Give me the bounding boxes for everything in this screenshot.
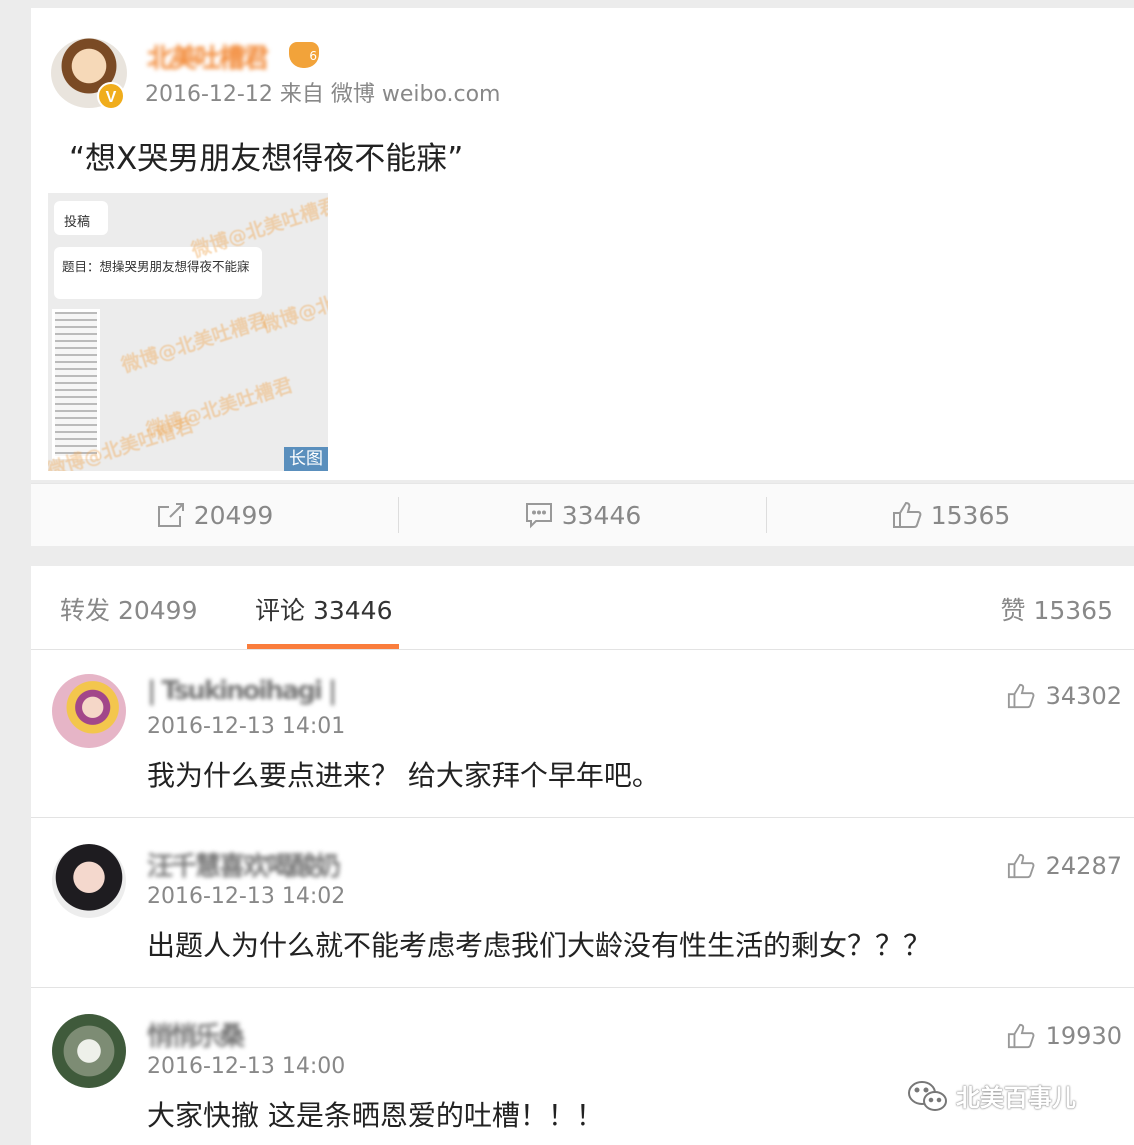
image-label-top: 投稿 [64, 215, 91, 230]
image-watermark: 微博@北美吐槽君 [118, 308, 271, 377]
commenter-name[interactable]: | Tsukinoihagi | [147, 676, 337, 706]
post-text: “想X哭男朋友想得夜不能寐” [69, 141, 464, 177]
thumbs-up-icon [892, 501, 922, 528]
comment-item: 汪千慧喜欢喝酸奶 2016-12-13 14:02 出题人为什么就不能考虑考虑我… [31, 820, 1134, 988]
wechat-icon [908, 1080, 947, 1111]
forward-button[interactable]: 20499 [31, 497, 398, 533]
commenter-name[interactable]: 汪千慧喜欢喝酸奶 [147, 846, 341, 883]
comment-like-button[interactable]: 19930 [1006, 1022, 1122, 1050]
commenter-avatar[interactable] [52, 844, 126, 918]
brand-watermark: 北美百事儿 [906, 1078, 1076, 1113]
member-rank-icon: 6 [289, 42, 319, 68]
image-document-thumbnail [52, 309, 100, 459]
tab-comments[interactable]: 评论 33446 [255, 591, 392, 627]
comment-like-count: 19930 [1045, 1022, 1122, 1050]
comment-text: 出题人为什么就不能考虑考虑我们大龄没有性生活的剩女？？？ [147, 929, 932, 962]
thumbs-up-icon [1007, 1023, 1035, 1049]
comment-icon [525, 503, 552, 529]
share-icon [157, 503, 184, 527]
comment-time: 2016-12-13 14:00 [147, 1054, 346, 1079]
tab-forwards[interactable]: 转发 20499 [60, 591, 197, 627]
thumbs-up-icon [1007, 683, 1035, 709]
tab-bar: 转发 20499 评论 33446 赞 15365 [31, 566, 1134, 650]
author-name[interactable]: 北美吐槽君 [147, 38, 269, 75]
image-label-title: 题目：想操哭男朋友想得夜不能寐 [62, 259, 250, 274]
comment-item: | Tsukinoihagi | 2016-12-13 14:01 我为什么要点… [31, 650, 1134, 818]
brand-watermark-text: 北美百事儿 [956, 1084, 1076, 1112]
comment-time: 2016-12-13 14:02 [147, 884, 346, 909]
comment-like-count: 34302 [1045, 682, 1122, 710]
commenter-avatar[interactable] [52, 1014, 126, 1088]
comment-like-button[interactable]: 24287 [1006, 852, 1122, 880]
post-action-bar: 20499 33446 15365 [31, 483, 1134, 546]
weibo-post: V 北美吐槽君 6 2016-12-12 来自 微博 weibo.com “想X… [31, 8, 1134, 480]
like-count: 15365 [930, 500, 1011, 530]
comment-like-count: 24287 [1045, 852, 1122, 880]
comment-like-button[interactable]: 34302 [1006, 682, 1122, 710]
long-image-badge: 长图 [284, 447, 328, 471]
comments-panel: 转发 20499 评论 33446 赞 15365 | Tsukinoihagi… [31, 566, 1134, 1145]
comment-time: 2016-12-13 14:01 [147, 714, 346, 739]
comment-button[interactable]: 33446 [398, 497, 766, 533]
tab-likes[interactable]: 赞 15365 [1001, 591, 1113, 627]
post-meta: 2016-12-12 来自 微博 weibo.com [145, 82, 501, 107]
thumbs-up-icon [1007, 853, 1035, 879]
commenter-name[interactable]: 悄悄乐桑 [147, 1016, 245, 1053]
post-image[interactable]: 投稿 题目：想操哭男朋友想得夜不能寐 微博@北美吐槽君 微博@北美吐槽君 微博@… [48, 193, 328, 471]
verified-badge-icon: V [97, 82, 125, 110]
comment-count: 33446 [561, 500, 642, 530]
comment-text: 大家快撤 这是条晒恩爱的吐槽！！！ [147, 1099, 604, 1132]
like-button[interactable]: 15365 [766, 497, 1134, 533]
forward-count: 20499 [193, 500, 274, 530]
active-tab-indicator [247, 644, 399, 649]
comment-item: 悄悄乐桑 2016-12-13 14:00 大家快撤 这是条晒恩爱的吐槽！！！ … [31, 990, 1134, 1145]
commenter-avatar[interactable] [52, 674, 126, 748]
comment-text: 我为什么要点进来？ 给大家拜个早年吧。 [147, 759, 660, 792]
